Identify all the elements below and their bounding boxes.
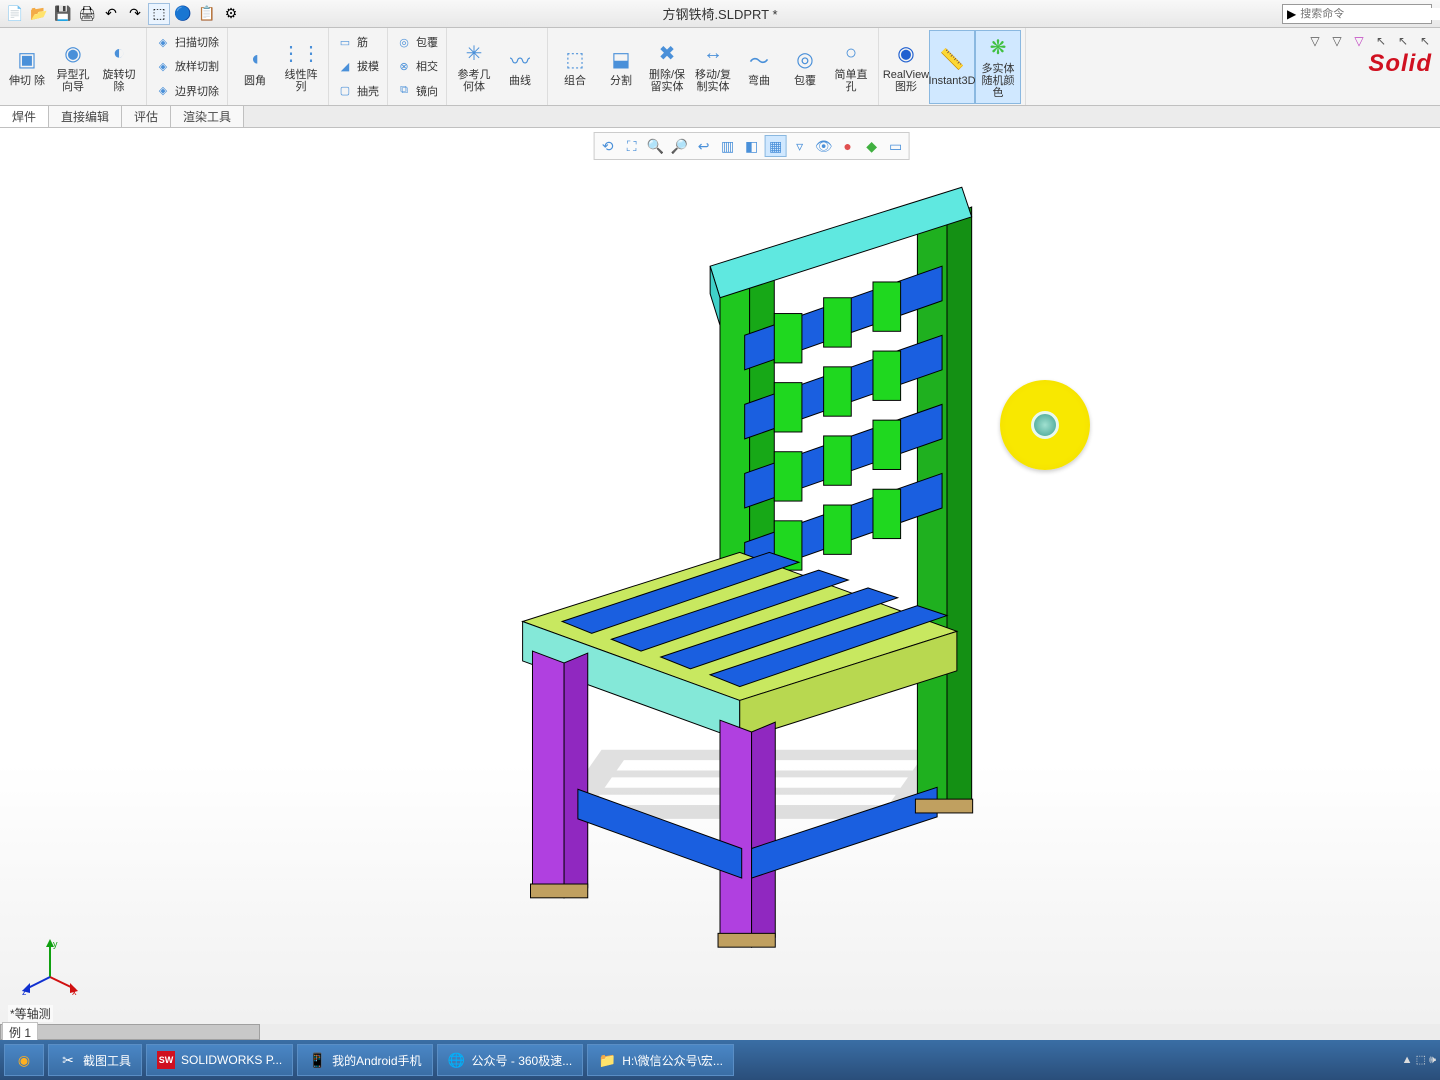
split-button[interactable]: ⬓分割: [598, 30, 644, 104]
scene-icon[interactable]: ●: [837, 135, 859, 157]
save-icon[interactable]: 💾: [52, 3, 74, 25]
folder-icon: 📁: [598, 1051, 616, 1069]
hide-show-icon[interactable]: ▿: [789, 135, 811, 157]
flex-button[interactable]: 〜弯曲: [736, 30, 782, 104]
zoom-area-icon[interactable]: 🔍: [645, 135, 667, 157]
rebuild-icon[interactable]: 🔵: [172, 3, 194, 25]
draft-button[interactable]: ◢拔模: [333, 58, 383, 74]
display-style-icon[interactable]: ◧: [741, 135, 763, 157]
filter-icon[interactable]: ▽: [1306, 32, 1324, 50]
scissors-icon: ✂: [59, 1051, 77, 1069]
command-manager: ▣伸切 除 ◉异型孔 向导 ◐旋转切 除 ◈扫描切除 ◈放样切割 ◈边界切除 ◖…: [0, 28, 1440, 106]
brand-watermark: Solid: [1368, 50, 1432, 78]
revolved-cut-button[interactable]: ◐旋转切 除: [96, 30, 142, 104]
quick-access-toolbar: 📄 📂 💾 🖨 ↶ ↷ ⬚ 🔵 📋 ⚙: [4, 3, 242, 25]
view-toolbar: ⟲ ⛶ 🔍 🔎 ↩ ▥ ◧ ▦ ▿ 👁 ● ◆ ▭: [594, 132, 910, 160]
system-tray[interactable]: ▲ ⬚ 🕪: [1402, 1053, 1436, 1067]
cursor-highlight: [1000, 380, 1090, 470]
phone-icon: 📱: [308, 1051, 326, 1069]
fillet-button[interactable]: ◖圆角: [232, 30, 278, 104]
document-title: 方钢铁椅.SLDPRT *: [662, 4, 777, 23]
wrap2-button[interactable]: ◎包覆: [782, 30, 828, 104]
options-icon[interactable]: 📋: [196, 3, 218, 25]
rib-button[interactable]: ▭筋: [333, 34, 383, 50]
title-bar: 📄 📂 💾 🖨 ↶ ↷ ⬚ 🔵 📋 ⚙ 方钢铁椅.SLDPRT * ▶: [0, 0, 1440, 28]
svg-text:z: z: [22, 987, 27, 997]
svg-text:x: x: [72, 987, 77, 997]
chrome-icon: 🌐: [448, 1051, 466, 1069]
view-label: *等轴测: [8, 1005, 53, 1022]
curves-button[interactable]: 〰曲线: [497, 30, 543, 104]
tab-render-tools[interactable]: 渲染工具: [171, 106, 244, 127]
command-tabs: 焊件 直接编辑 评估 渲染工具: [0, 106, 1440, 128]
simple-hole-button[interactable]: ○简单直 孔: [828, 30, 874, 104]
selection-filter-toolbar: ▽ ▽ ▽ ↖ ↖ ↖: [1306, 32, 1434, 50]
display-state-icon[interactable]: ▭: [885, 135, 907, 157]
search-icon: ▶: [1287, 7, 1296, 21]
start-button[interactable]: ◉: [4, 1044, 44, 1076]
taskbar-folder[interactable]: 📁H:\微信公众号\宏...: [587, 1044, 734, 1076]
undo-icon[interactable]: ↶: [100, 3, 122, 25]
taskbar-solidworks[interactable]: SWSOLIDWORKS P...: [146, 1044, 293, 1076]
horizontal-scrollbar[interactable]: [0, 1024, 1440, 1040]
extrude-cut-button[interactable]: ▣伸切 除: [4, 30, 50, 104]
random-color-button[interactable]: ❋多实体 随机颜 色: [975, 30, 1021, 104]
orientation-triad[interactable]: y x z: [20, 937, 80, 1000]
intersect-button[interactable]: ⊗相交: [392, 58, 442, 74]
model-view: [0, 128, 1440, 1036]
filter-icon[interactable]: ▽: [1328, 32, 1346, 50]
swept-cut-button[interactable]: ◈扫描切除: [151, 34, 223, 50]
cursor-icon[interactable]: ↖: [1416, 32, 1434, 50]
start-icon: ◉: [15, 1051, 33, 1069]
motion-study-tab[interactable]: 例 1: [2, 1022, 38, 1042]
settings-icon[interactable]: ⚙: [220, 3, 242, 25]
cursor-icon[interactable]: ↖: [1394, 32, 1412, 50]
orient-icon[interactable]: ⟲: [597, 135, 619, 157]
sw-icon: SW: [157, 1051, 175, 1069]
realview-button[interactable]: ◉RealView 图形: [883, 30, 929, 104]
new-icon[interactable]: 📄: [4, 3, 26, 25]
svg-text:y: y: [53, 939, 58, 949]
taskbar-phone[interactable]: 📱我的Android手机: [297, 1044, 432, 1076]
shell-button[interactable]: ▢抽壳: [333, 83, 383, 99]
print-icon[interactable]: 🖨: [76, 3, 98, 25]
taskbar-snipping[interactable]: ✂截图工具: [48, 1044, 142, 1076]
select-icon[interactable]: ⬚: [148, 3, 170, 25]
cursor-ring-icon: [1031, 411, 1059, 439]
appearance-icon[interactable]: 👁: [813, 135, 835, 157]
boundary-cut-button[interactable]: ◈边界切除: [151, 83, 223, 99]
shaded-icon[interactable]: ▦: [765, 135, 787, 157]
zoom-icon[interactable]: 🔎: [669, 135, 691, 157]
search-box[interactable]: ▶: [1282, 4, 1432, 24]
combine-button[interactable]: ⬚组合: [552, 30, 598, 104]
prev-view-icon[interactable]: ↩: [693, 135, 715, 157]
tab-direct-edit[interactable]: 直接编辑: [49, 106, 122, 127]
taskbar-browser[interactable]: 🌐公众号 - 360极速...: [437, 1044, 584, 1076]
zoom-fit-icon[interactable]: ⛶: [621, 135, 643, 157]
ref-geometry-button[interactable]: ✳参考几 何体: [451, 30, 497, 104]
cursor-icon[interactable]: ↖: [1372, 32, 1390, 50]
filter-icon[interactable]: ▽: [1350, 32, 1368, 50]
section-icon[interactable]: ▥: [717, 135, 739, 157]
windows-taskbar: ◉ ✂截图工具 SWSOLIDWORKS P... 📱我的Android手机 🌐…: [0, 1040, 1440, 1080]
open-icon[interactable]: 📂: [28, 3, 50, 25]
linear-pattern-button[interactable]: ⋮⋮线性阵 列: [278, 30, 324, 104]
graphics-area[interactable]: [0, 128, 1440, 1036]
delete-keep-button[interactable]: ✖删除/保 留实体: [644, 30, 690, 104]
wrap-button[interactable]: ◎包覆: [392, 34, 442, 50]
search-input[interactable]: [1300, 8, 1440, 20]
mirror-button[interactable]: ⧉镜向: [392, 83, 442, 99]
move-copy-button[interactable]: ↔移动/复 制实体: [690, 30, 736, 104]
instant3d-button[interactable]: 📏Instant3D: [929, 30, 975, 104]
loft-cut-button[interactable]: ◈放样切割: [151, 58, 223, 74]
tab-evaluate[interactable]: 评估: [122, 106, 171, 127]
tab-weldments[interactable]: 焊件: [0, 106, 49, 127]
redo-icon[interactable]: ↷: [124, 3, 146, 25]
render-icon[interactable]: ◆: [861, 135, 883, 157]
hole-wizard-button[interactable]: ◉异型孔 向导: [50, 30, 96, 104]
